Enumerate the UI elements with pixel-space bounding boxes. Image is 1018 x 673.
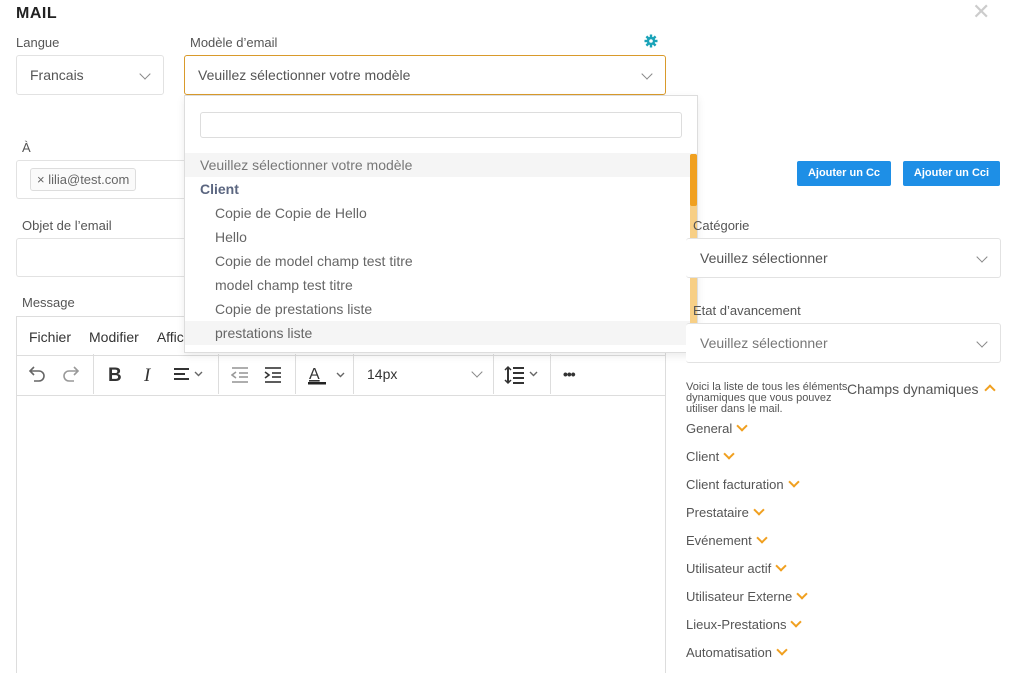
chevron-down-icon (736, 420, 748, 432)
align-left-icon[interactable] (173, 366, 203, 389)
chevron-down-icon (139, 68, 151, 80)
redo-icon[interactable] (62, 365, 80, 388)
modele-select[interactable]: Veuillez sélectionner votre modèle (184, 55, 666, 95)
toolbar-separator (295, 354, 296, 394)
toolbar-separator (353, 354, 354, 394)
langue-select[interactable]: Francais (16, 55, 164, 95)
dropdown-option[interactable]: Copie de prestations liste (185, 297, 697, 321)
recipient-tag-label: lilia@test.com (48, 172, 130, 187)
toolbar-separator (218, 354, 219, 394)
dialog-title: MAIL (16, 5, 58, 22)
langue-label: Langue (16, 35, 60, 50)
chevron-down-icon (796, 588, 808, 600)
chevron-down-icon (641, 68, 653, 80)
dropdown-option[interactable]: model champ test titre (185, 273, 697, 297)
text-color-icon[interactable]: A (307, 364, 349, 391)
recipient-tag: × lilia@test.com (30, 168, 137, 191)
gear-icon[interactable] (644, 34, 658, 48)
indent-icon[interactable] (264, 366, 282, 389)
dynamic-item-client[interactable]: Client (686, 448, 735, 464)
dynamic-item-label: Client facturation (686, 477, 784, 492)
italic-icon[interactable]: I (144, 365, 150, 387)
subject-label: Objet de l’email (22, 218, 112, 233)
toolbar-separator (493, 354, 494, 394)
dynamic-item-label: Utilisateur Externe (686, 589, 793, 604)
font-size-select[interactable]: 14px (367, 366, 487, 386)
dropdown-option[interactable]: prestations liste (185, 321, 697, 345)
chevron-down-icon (723, 448, 735, 460)
etat-value: Veuillez sélectionner (700, 335, 828, 351)
dropdown-option-placeholder[interactable]: Veuillez sélectionner votre modèle (185, 153, 697, 177)
subject-input[interactable] (16, 238, 188, 277)
toolbar-separator (550, 354, 551, 394)
etat-select[interactable]: Veuillez sélectionner (686, 323, 1001, 363)
dynamic-description: Voici la liste de tous les éléments dyna… (686, 381, 848, 415)
etat-label: Etat d’avancement (693, 303, 801, 318)
toolbar-separator (93, 354, 94, 394)
menu-modifier[interactable]: Modifier (89, 329, 139, 345)
categorie-label: Catégorie (693, 218, 750, 233)
chevron-down-icon (787, 476, 800, 488)
modele-dropdown: Veuillez sélectionner votre modèle Clien… (184, 95, 698, 353)
dynamic-item-label: Client (686, 449, 720, 464)
dynamic-item-label: Prestataire (686, 505, 749, 520)
divider (17, 395, 665, 396)
undo-icon[interactable] (28, 365, 46, 388)
add-cc-button[interactable]: Ajouter un Cc (797, 161, 891, 186)
message-label: Message (22, 295, 75, 310)
close-icon[interactable]: ✕ (972, 1, 990, 23)
dynamic-item-evenement[interactable]: Evénement (686, 532, 768, 548)
dropdown-option[interactable]: Copie de Copie de Hello (185, 201, 697, 225)
dropdown-group-client: Client (200, 181, 239, 197)
dynamic-item-label: Evénement (686, 533, 752, 548)
add-cci-button[interactable]: Ajouter un Cci (903, 161, 1000, 186)
chevron-down-icon (976, 336, 988, 348)
chevron-down-icon (756, 532, 768, 544)
dropdown-option[interactable]: Copie de model champ test titre (185, 249, 697, 273)
menu-fichier[interactable]: Fichier (29, 329, 71, 345)
chevron-down-icon (790, 616, 803, 628)
dynamic-title: Champs dynamiques (847, 381, 979, 397)
dynamic-item-utilisateur-actif[interactable]: Utilisateur actif (686, 560, 787, 576)
dropdown-option[interactable]: Mail relation CLIENT (185, 345, 697, 352)
dynamic-item-automatisation[interactable]: Automatisation (686, 644, 788, 660)
chevron-down-icon (776, 644, 788, 656)
dropdown-option[interactable]: Hello (185, 225, 697, 249)
chevron-down-icon (775, 560, 787, 572)
chevron-down-icon (471, 366, 483, 378)
recipients-input[interactable]: × lilia@test.com (16, 160, 188, 199)
dynamic-fields-toggle[interactable]: Champs dynamiques (847, 381, 997, 397)
chevron-down-icon (976, 251, 988, 263)
dropdown-search-input[interactable] (200, 112, 682, 138)
dynamic-item-general[interactable]: General (686, 420, 748, 436)
dynamic-item-label: Automatisation (686, 645, 772, 660)
chevron-down-icon (753, 504, 765, 516)
categorie-select[interactable]: Veuillez sélectionner (686, 238, 1001, 278)
dynamic-item-client-facturation[interactable]: Client facturation (686, 476, 800, 492)
dropdown-scrollbar-thumb[interactable] (690, 154, 697, 206)
langue-value: Francais (30, 67, 84, 83)
outdent-icon[interactable] (230, 366, 249, 389)
dynamic-item-lieux-prestations[interactable]: Lieux-Prestations (686, 616, 803, 632)
recipients-label: À (22, 140, 31, 155)
dynamic-item-label: Lieux-Prestations (686, 617, 787, 632)
bold-icon[interactable]: B (108, 365, 122, 387)
modele-label: Modèle d’email (190, 35, 278, 50)
editor-menubar: FichierModifierAffichage (29, 329, 195, 345)
dynamic-item-label: General (686, 421, 733, 436)
font-size-value: 14px (367, 366, 398, 382)
categorie-value: Veuillez sélectionner (700, 250, 828, 266)
svg-text:A: A (309, 366, 320, 383)
dynamic-item-label: Utilisateur actif (686, 561, 772, 576)
line-height-icon[interactable] (504, 365, 542, 390)
divider (17, 355, 665, 356)
more-icon[interactable]: ••• (563, 366, 576, 382)
tag-remove-icon[interactable]: × (37, 172, 45, 187)
dynamic-item-utilisateur-externe[interactable]: Utilisateur Externe (686, 588, 808, 604)
dynamic-item-prestataire[interactable]: Prestataire (686, 504, 765, 520)
chevron-up-icon (984, 384, 997, 396)
modele-value: Veuillez sélectionner votre modèle (198, 67, 411, 83)
